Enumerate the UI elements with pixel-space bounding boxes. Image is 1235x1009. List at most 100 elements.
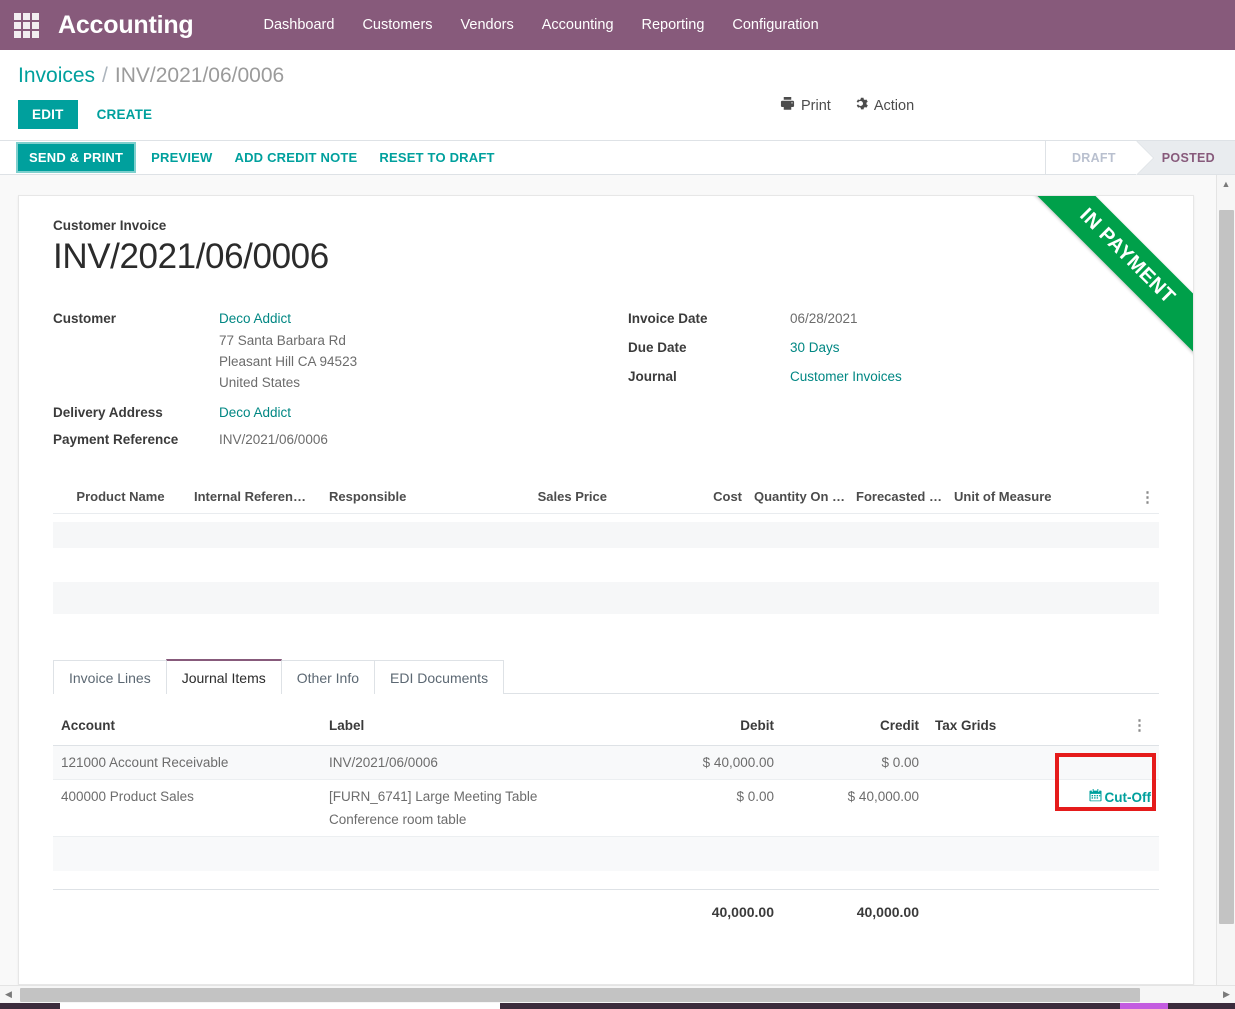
delivery-address-field-row: Delivery Address Deco Addict xyxy=(53,401,628,424)
page-title: INV/2021/06/0006 xyxy=(53,237,329,276)
ji-col-credit[interactable]: Credit xyxy=(782,712,927,746)
invoice-fields-right-column: Invoice Date 06/28/2021 Due Date 30 Days… xyxy=(628,307,1148,451)
ji-row2-cutoff-cell: Cut-Off xyxy=(1055,753,1159,837)
menu-item-configuration[interactable]: Configuration xyxy=(718,11,832,39)
print-label: Print xyxy=(801,97,831,114)
col-unit-of-measure[interactable]: Unit of Measure xyxy=(948,489,1098,504)
create-button[interactable]: CREATE xyxy=(83,100,167,129)
ji-row2-tax-grids xyxy=(927,779,1057,837)
cut-off-button[interactable]: Cut-Off xyxy=(1089,789,1151,805)
tab-edi-documents[interactable]: EDI Documents xyxy=(374,660,505,694)
triangle-up-icon[interactable]: ▲ xyxy=(1217,175,1235,192)
apps-grid-icon[interactable] xyxy=(12,11,40,39)
journal-value[interactable]: Customer Invoices xyxy=(790,365,902,388)
customer-label: Customer xyxy=(53,311,117,326)
horizontal-scrollbar[interactable]: ◀ ▶ xyxy=(0,985,1235,1003)
bottom-strip-segment-accent xyxy=(1120,1003,1168,1009)
journal-items-header: Account Label Debit Credit Tax Grids ⋮ xyxy=(53,712,1159,746)
journal-items-table: Account Label Debit Credit Tax Grids ⋮ 1… xyxy=(53,712,1159,929)
ji-col-tax-grids[interactable]: Tax Grids xyxy=(927,712,1057,746)
totals-blank-label xyxy=(321,888,637,929)
totals-blank-tax xyxy=(927,888,1057,929)
col-forecasted[interactable]: Forecasted … xyxy=(848,489,948,504)
due-date-value[interactable]: 30 Days xyxy=(790,336,840,359)
customer-address-line-3: United States xyxy=(219,375,301,390)
invoice-date-value[interactable]: 06/28/2021 xyxy=(790,307,858,330)
vertical-dots-icon[interactable]: ⋮ xyxy=(1136,490,1159,505)
gear-icon xyxy=(853,96,868,115)
ji-row2-credit: $ 40,000.00 xyxy=(782,779,927,837)
app-brand-title[interactable]: Accounting xyxy=(58,11,194,40)
product-columns-header: Product Name Internal Referen… Responsib… xyxy=(53,489,1159,514)
col-cost[interactable]: Cost xyxy=(613,489,748,504)
breadcrumb-root-link[interactable]: Invoices xyxy=(18,64,95,88)
invoice-fields-left-column: Customer Deco Addict 77 Santa Barbara Rd… xyxy=(53,307,628,451)
table-row[interactable]: 121000 Account Receivable INV/2021/06/00… xyxy=(53,745,1159,780)
form-view-background: IN PAYMENT Customer Invoice INV/2021/06/… xyxy=(0,175,1235,1009)
printer-icon xyxy=(780,96,795,115)
journal-label: Journal xyxy=(628,369,677,384)
customer-name-link[interactable]: Deco Addict xyxy=(219,307,357,330)
menu-item-customers[interactable]: Customers xyxy=(348,11,446,39)
invoice-header-fields: Customer Deco Addict 77 Santa Barbara Rd… xyxy=(53,307,1159,451)
add-credit-note-button[interactable]: ADD CREDIT NOTE xyxy=(224,144,369,171)
preview-button[interactable]: PREVIEW xyxy=(140,144,223,171)
control-panel-right-actions: Print Action xyxy=(780,96,914,115)
ji-row2-label-line2: Conference room table xyxy=(329,812,467,827)
triangle-left-icon[interactable]: ◀ xyxy=(0,989,17,1000)
menu-item-dashboard[interactable]: Dashboard xyxy=(250,11,349,39)
tab-journal-items[interactable]: Journal Items xyxy=(165,659,282,694)
status-stage-draft[interactable]: DRAFT xyxy=(1045,141,1154,175)
col-quantity-on-hand[interactable]: Quantity On … xyxy=(748,489,848,504)
tab-invoice-lines[interactable]: Invoice Lines xyxy=(53,660,167,694)
breadcrumb-current: INV/2021/06/0006 xyxy=(114,64,285,87)
action-menu[interactable]: Action xyxy=(853,96,914,115)
action-label: Action xyxy=(873,97,915,114)
menu-item-accounting[interactable]: Accounting xyxy=(528,11,628,39)
vertical-scrollbar-thumb[interactable] xyxy=(1219,210,1234,924)
empty-row-cell xyxy=(53,836,1159,871)
invoice-date-label: Invoice Date xyxy=(628,311,708,326)
print-menu[interactable]: Print xyxy=(780,96,831,115)
ji-row1-cutoff xyxy=(1057,745,1159,780)
totals-spacer-row xyxy=(53,871,1159,890)
due-date-label: Due Date xyxy=(628,340,687,355)
menu-item-reporting[interactable]: Reporting xyxy=(628,11,719,39)
ji-row1-label: INV/2021/06/0006 xyxy=(321,745,637,780)
vertical-scrollbar-track[interactable] xyxy=(1219,192,1234,994)
journal-field-row: Journal Customer Invoices xyxy=(628,365,1148,388)
top-navbar: Accounting Dashboard Customers Vendors A… xyxy=(0,0,1235,50)
ji-col-label[interactable]: Label xyxy=(321,712,637,746)
record-buttons-row: EDIT CREATE Print Action xyxy=(0,88,1235,140)
reset-to-draft-button[interactable]: RESET TO DRAFT xyxy=(368,144,505,171)
menu-item-vendors[interactable]: Vendors xyxy=(447,11,528,39)
delivery-address-link[interactable]: Deco Addict xyxy=(219,401,291,424)
col-internal-reference[interactable]: Internal Referen… xyxy=(188,489,323,504)
ji-col-account[interactable]: Account xyxy=(53,712,321,746)
horizontal-scrollbar-thumb[interactable] xyxy=(20,987,1140,1002)
ji-col-debit[interactable]: Debit xyxy=(637,712,782,746)
product-columns-table: Product Name Internal Referen… Responsib… xyxy=(53,489,1159,614)
ji-row1-tax-grids xyxy=(927,745,1057,780)
bottom-edge-strip xyxy=(0,1003,1235,1009)
vertical-dots-icon[interactable]: ⋮ xyxy=(1128,717,1151,734)
horizontal-scrollbar-track[interactable] xyxy=(17,987,1218,1002)
totals-blank-account xyxy=(53,888,321,929)
customer-value-block: Deco Addict 77 Santa Barbara Rd Pleasant… xyxy=(219,307,357,393)
triangle-right-icon[interactable]: ▶ xyxy=(1218,989,1235,1000)
totals-blank-extra xyxy=(1057,888,1159,929)
vertical-scrollbar[interactable]: ▲ ▼ xyxy=(1216,175,1235,1009)
ji-row1-credit: $ 0.00 xyxy=(782,745,927,780)
col-sales-price[interactable]: Sales Price xyxy=(478,489,613,504)
tab-other-info[interactable]: Other Info xyxy=(280,660,376,694)
edit-button[interactable]: EDIT xyxy=(18,100,78,129)
invoice-date-field-row: Invoice Date 06/28/2021 xyxy=(628,307,1148,330)
bottom-strip-segment-light xyxy=(60,1003,500,1009)
col-responsible[interactable]: Responsible xyxy=(323,489,478,504)
payment-reference-label: Payment Reference xyxy=(53,432,179,447)
table-row[interactable]: 400000 Product Sales [FURN_6741] Large M… xyxy=(53,753,1159,837)
col-product-name[interactable]: Product Name xyxy=(53,489,188,504)
invoice-sheet: IN PAYMENT Customer Invoice INV/2021/06/… xyxy=(18,195,1194,985)
send-and-print-button[interactable]: SEND & PRINT xyxy=(15,142,137,173)
cut-off-label: Cut-Off xyxy=(1104,789,1151,805)
